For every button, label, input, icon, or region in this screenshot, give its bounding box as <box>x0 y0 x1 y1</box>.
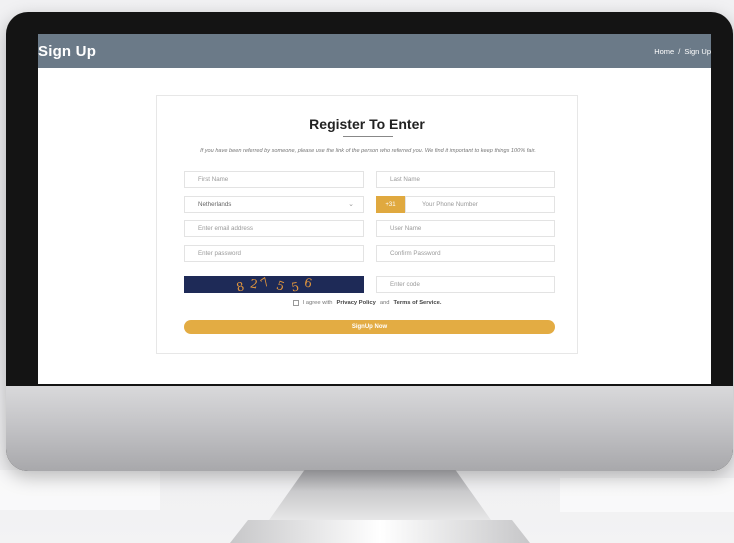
agree-and-text: and <box>379 300 390 306</box>
captcha-char: 5 <box>289 278 300 293</box>
agree-checkbox[interactable] <box>292 300 299 306</box>
last-name-input[interactable]: Last Name <box>376 171 555 188</box>
first-name-input[interactable]: First Name <box>184 171 364 188</box>
captcha-image: 8 2 7 5 5 6 <box>184 276 364 293</box>
first-name-placeholder: First Name <box>198 176 229 183</box>
captcha-code-input[interactable]: Enter code <box>376 276 555 293</box>
captcha-code-placeholder: Enter code <box>390 281 420 288</box>
register-form-card: Register To Enter If you have been refer… <box>156 95 578 354</box>
form-title: Register To Enter <box>309 116 425 132</box>
username-placeholder: User Name <box>390 225 422 232</box>
breadcrumb: Home / Sign Up <box>654 47 711 56</box>
username-input[interactable]: User Name <box>376 220 555 237</box>
breadcrumb-home-link[interactable]: Home <box>654 47 674 56</box>
privacy-policy-link[interactable]: Privacy Policy <box>337 300 376 306</box>
breadcrumb-current: Sign Up <box>684 46 711 56</box>
terms-agreement: I agree with Privacy Policy and Terms of… <box>157 300 577 306</box>
background-stripe <box>0 470 160 510</box>
confirm-password-placeholder: Confirm Password <box>390 250 441 257</box>
page-header: Sign Up Home / Sign Up <box>38 34 711 68</box>
monitor-stand-base <box>230 520 530 543</box>
captcha-char: 7 <box>258 276 273 290</box>
background-stripe <box>560 478 734 512</box>
captcha-char: 8 <box>234 278 246 293</box>
email-placeholder: Enter email address <box>198 225 254 232</box>
password-input[interactable]: Enter password <box>184 245 364 262</box>
chevron-down-icon: ⌄ <box>348 201 354 208</box>
monitor-chin <box>6 386 733 471</box>
breadcrumb-separator: / <box>678 46 681 56</box>
captcha-char: 5 <box>274 277 287 293</box>
captcha-char: 6 <box>303 276 314 291</box>
last-name-placeholder: Last Name <box>390 176 420 183</box>
monitor-screen: Sign Up Home / Sign Up Register To Enter… <box>38 34 711 384</box>
country-code-badge: +31 <box>376 196 405 213</box>
signup-button[interactable]: SignUp Now <box>184 320 555 334</box>
country-select[interactable]: Netherlands ⌄ <box>184 196 364 213</box>
country-selected-value: Netherlands <box>198 201 232 208</box>
page-title: Sign Up <box>38 42 97 60</box>
phone-placeholder: Your Phone Number <box>422 201 478 208</box>
confirm-password-input[interactable]: Confirm Password <box>376 245 555 262</box>
phone-number-input[interactable]: Your Phone Number <box>405 196 555 213</box>
agree-text: I agree with <box>302 300 333 306</box>
terms-of-service-link[interactable]: Terms of Service. <box>394 300 442 306</box>
title-divider <box>343 136 393 137</box>
password-placeholder: Enter password <box>198 250 241 257</box>
referral-note: If you have been referred by someone, pl… <box>200 148 536 154</box>
email-input[interactable]: Enter email address <box>184 220 364 237</box>
